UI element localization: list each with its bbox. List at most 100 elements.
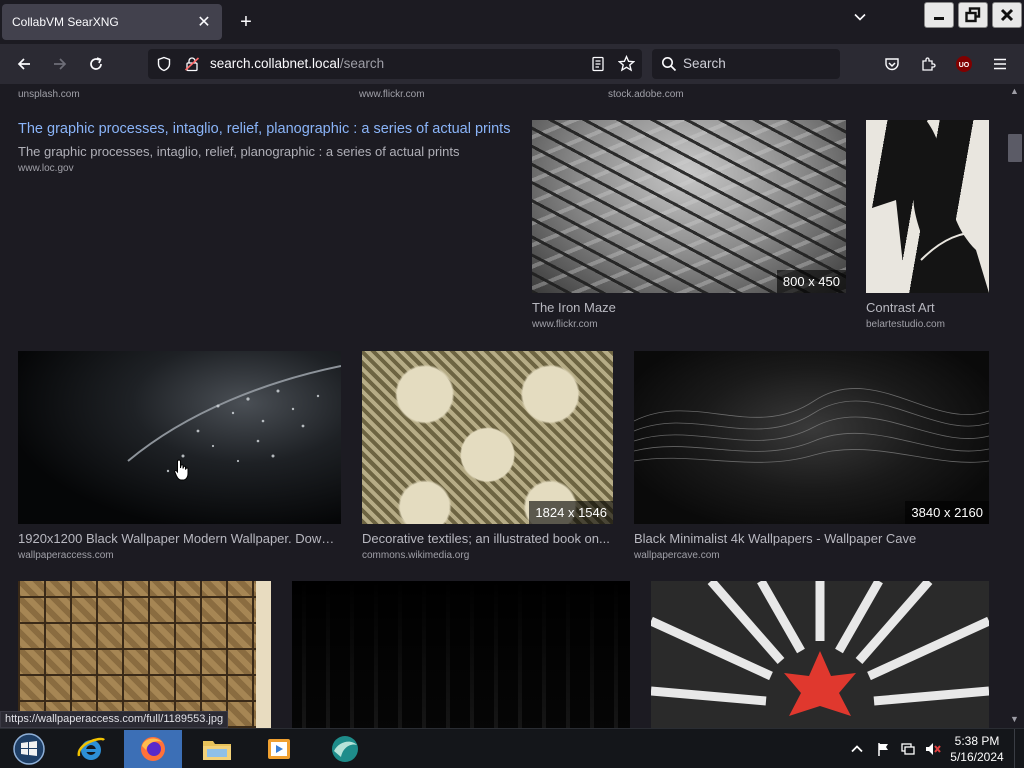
chevron-up-icon <box>851 745 863 753</box>
image-dimensions: 1824 x 1546 <box>529 501 613 524</box>
reader-view-icon[interactable] <box>590 56 606 72</box>
image-source[interactable]: wallpaperaccess.com <box>18 550 114 561</box>
hamburger-menu-icon <box>994 58 1006 70</box>
close-icon <box>1000 8 1014 22</box>
ublock-origin-icon: UO <box>956 56 972 72</box>
search-box[interactable]: Search <box>652 49 840 79</box>
show-desktop-button[interactable] <box>1014 729 1024 768</box>
firefox-icon <box>141 737 165 761</box>
image-thumb-dark-stripes[interactable] <box>292 581 630 728</box>
navigation-toolbar: search.collabnet.local/search Search UO <box>0 44 1024 84</box>
image-caption[interactable]: Black Minimalist 4k Wallpapers - Wallpap… <box>634 531 989 546</box>
flag-icon <box>878 743 888 756</box>
image-thumb-damask-textile[interactable]: 1824 x 1546 <box>362 351 613 524</box>
result-title-link[interactable]: The graphic processes, intaglio, relief,… <box>18 121 510 137</box>
search-icon <box>662 57 677 72</box>
screen: CollabVM SearXNG ✕ + search.collabnet.lo… <box>0 0 1024 768</box>
back-arrow-icon <box>17 58 30 70</box>
taskbar-media-player[interactable] <box>250 730 308 768</box>
volume-muted-icon <box>926 743 941 755</box>
feather-droplets <box>127 365 341 473</box>
image-source[interactable]: stock.adobe.com <box>608 89 684 100</box>
url-text: search.collabnet.local/search <box>210 56 384 71</box>
image-thumb-patterned-textile[interactable] <box>18 581 271 728</box>
tab-title: CollabVM SearXNG <box>12 15 119 29</box>
folder-icon <box>203 741 231 760</box>
scroll-down-arrow-icon[interactable]: ▼ <box>1010 714 1019 724</box>
window-controls <box>924 2 1022 28</box>
taskbar-internet-explorer[interactable] <box>62 730 120 768</box>
globe-app-icon <box>332 736 358 762</box>
svg-text:UO: UO <box>959 62 970 69</box>
extensions-button[interactable] <box>916 52 940 76</box>
clock-date: 5/16/2024 <box>950 750 1004 764</box>
tab-searxng[interactable]: CollabVM SearXNG ✕ <box>2 4 222 40</box>
image-dimensions: 800 x 450 <box>776 270 846 293</box>
shield-icon[interactable] <box>156 56 172 72</box>
contrast-art-shapes <box>866 120 989 293</box>
restore-button[interactable] <box>958 2 988 28</box>
link-status-bar: https://wallpaperaccess.com/full/1189553… <box>0 711 229 728</box>
taskbar-app[interactable] <box>316 730 374 768</box>
ublock-button[interactable]: UO <box>952 52 976 76</box>
image-caption[interactable]: The Iron Maze <box>532 300 846 315</box>
restore-icon <box>965 7 981 23</box>
start-button[interactable] <box>0 730 58 768</box>
image-thumb-contrast-art[interactable] <box>866 120 989 293</box>
media-player-icon <box>268 739 290 759</box>
star-pattern <box>651 581 989 716</box>
page-scrollbar[interactable]: ▲ ▼ <box>1006 84 1024 728</box>
image-dimensions: 3840 x 2160 <box>905 501 989 524</box>
image-source[interactable]: belartestudio.com <box>866 319 945 330</box>
tray-show-hidden[interactable] <box>850 729 864 768</box>
wave-lines <box>634 388 989 463</box>
minimize-icon <box>934 17 944 20</box>
list-all-tabs-button[interactable] <box>848 10 872 34</box>
system-clock[interactable]: 5:38 PM 5/16/2024 <box>944 733 1010 765</box>
result-url[interactable]: www.loc.gov <box>18 163 74 174</box>
close-window-button[interactable] <box>992 2 1022 28</box>
search-input[interactable]: Search <box>683 56 726 71</box>
forward-button[interactable] <box>48 52 72 76</box>
image-thumb-black-minimalist[interactable]: 3840 x 2160 <box>634 351 989 524</box>
image-source[interactable]: commons.wikimedia.org <box>362 550 469 561</box>
puzzle-icon <box>922 57 936 71</box>
hand-cursor-icon <box>174 459 189 481</box>
back-button[interactable] <box>12 52 36 76</box>
insecure-lock-icon[interactable] <box>184 56 200 72</box>
taskbar-firefox[interactable] <box>124 730 182 768</box>
tray-network[interactable] <box>900 729 916 768</box>
image-caption[interactable]: 1920x1200 Black Wallpaper Modern Wallpap… <box>18 531 336 546</box>
image-thumb-black-feather[interactable] <box>18 351 341 524</box>
minimize-button[interactable] <box>924 2 954 28</box>
url-host: search.collabnet.local <box>210 56 340 71</box>
image-source[interactable]: www.flickr.com <box>532 319 598 330</box>
tab-strip: CollabVM SearXNG ✕ + <box>0 0 1024 44</box>
results-page: unsplash.com www.flickr.com stock.adobe.… <box>0 84 1006 728</box>
tray-volume[interactable] <box>924 729 942 768</box>
scroll-thumb[interactable] <box>1008 134 1022 162</box>
image-thumb-iron-maze[interactable]: 800 x 450 <box>532 120 846 293</box>
result-description: The graphic processes, intaglio, relief,… <box>18 144 460 159</box>
image-thumb-geometric-star[interactable] <box>651 581 989 728</box>
image-source[interactable]: www.flickr.com <box>359 89 425 100</box>
image-source[interactable]: unsplash.com <box>18 89 80 100</box>
windows-taskbar: 5:38 PM 5/16/2024 <box>0 728 1024 768</box>
tab-close-icon[interactable]: ✕ <box>196 12 212 32</box>
chevron-down-icon <box>854 13 866 21</box>
taskbar-file-explorer[interactable] <box>188 730 246 768</box>
pocket-button[interactable] <box>880 52 904 76</box>
new-tab-button[interactable]: + <box>232 8 260 36</box>
reload-icon <box>90 57 102 70</box>
forward-arrow-icon <box>54 58 67 70</box>
address-bar[interactable]: search.collabnet.local/search <box>148 49 642 79</box>
image-caption[interactable]: Contrast Art <box>866 300 989 315</box>
scroll-up-arrow-icon[interactable]: ▲ <box>1010 86 1019 96</box>
pocket-icon <box>885 58 899 71</box>
image-source[interactable]: wallpapercave.com <box>634 550 720 561</box>
app-menu-button[interactable] <box>988 52 1012 76</box>
reload-button[interactable] <box>84 52 108 76</box>
tray-action-center[interactable] <box>876 729 892 768</box>
bookmark-star-icon[interactable] <box>618 55 635 72</box>
image-caption[interactable]: Decorative textiles; an illustrated book… <box>362 531 614 546</box>
